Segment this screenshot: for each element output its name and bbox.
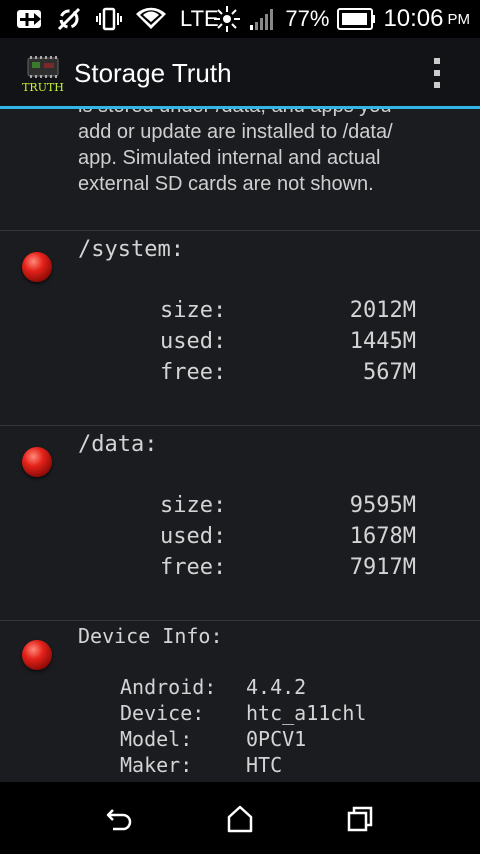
cell-signal-icon [249,7,277,31]
stat-row-size: size: 2012M [160,298,416,328]
partition-system: /system: size: 2012M used: 1445M free: 5… [0,231,480,425]
intro-line: add or update are installed to /data/ [78,121,393,143]
info-label: Maker: [120,753,193,777]
info-label: Device: [120,701,205,725]
battery-icon [337,8,376,30]
info-label: Model: [120,727,193,751]
stat-row-free: free: 567M [160,360,416,390]
stat-value: 9595M [349,493,416,518]
status-bar: LTE 77% 10:06 PM [0,0,480,38]
partition-data: /data: size: 9595M used: 1678M free: 791… [0,426,480,620]
navigation-bar [0,782,480,854]
wifi-icon [136,7,166,31]
info-row-maker: Maker: HTC [120,753,440,779]
info-row-android: Android: 4.4.2 [120,675,440,701]
vibrate-icon [96,7,122,31]
partition-title: /data: [78,432,158,457]
stat-row-used: used: 1445M [160,329,416,359]
status-led-icon [22,640,52,670]
info-row-device: Device: htc_a11chl [120,701,440,727]
svg-text:TRUTH: TRUTH [22,81,64,94]
stat-label: free: [160,360,227,385]
clock-time: 10:06 [383,5,444,32]
overflow-menu-icon[interactable] [426,56,448,90]
stat-value: 1678M [349,524,416,549]
intro-line: app. Simulated internal and actual [78,147,381,169]
info-value: htc_a11chl [246,701,367,725]
intro-text: is stored under /data, and apps you add … [78,109,458,197]
app-logo-icon[interactable]: TRUTH [20,54,66,94]
intro-line: is stored under /data, and apps you [78,109,458,119]
stat-value: 567M [363,360,416,385]
partition-title: /system: [78,237,184,262]
stat-label: used: [160,524,227,549]
info-value: 0PCV1 [246,727,307,751]
app-title: Storage Truth [74,58,232,88]
battery-percent: 77% [285,6,330,31]
info-label: Android: [120,675,217,699]
recents-icon[interactable] [345,804,375,834]
home-icon[interactable] [225,804,255,834]
action-bar: TRUTH Storage Truth [0,38,480,106]
stat-label: used: [160,329,227,354]
stat-value: 2012M [349,298,416,323]
info-value: HTC [246,753,283,777]
stat-value: 1445M [349,329,416,354]
storage-scroll-view[interactable]: is stored under /data, and apps you add … [0,109,480,782]
stat-value: 7917M [349,555,416,580]
stat-row-free: free: 7917M [160,555,416,585]
stat-label: size: [160,493,227,518]
clock-ampm: PM [447,10,471,28]
info-value: 4.4.2 [246,675,307,699]
device-info-title: Device Info: [78,624,223,648]
intro-line: external SD cards are not shown. [78,173,374,195]
status-led-icon [22,447,52,477]
stat-row-size: size: 9595M [160,493,416,523]
stat-label: size: [160,298,227,323]
sync-disabled-icon [56,6,82,32]
stat-row-used: used: 1678M [160,524,416,554]
status-led-icon [22,252,52,282]
signal-burst-icon [213,5,241,33]
info-row-model: Model: 0PCV1 [120,727,440,753]
stat-label: free: [160,555,227,580]
add-box-icon [16,8,42,30]
back-icon[interactable] [105,804,135,834]
device-info-section: Device Info: Android: 4.4.2 Device: htc_… [0,621,480,782]
